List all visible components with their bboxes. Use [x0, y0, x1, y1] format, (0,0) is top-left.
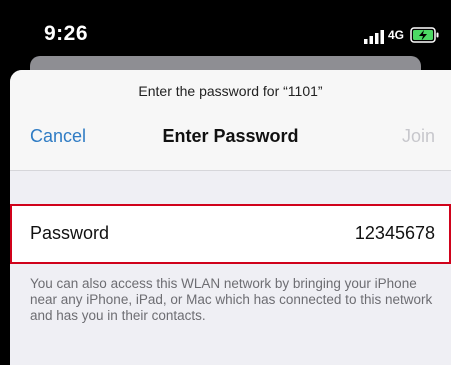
password-input[interactable]: [235, 223, 435, 244]
status-time: 9:26: [44, 22, 89, 45]
signal-bars-icon: [364, 30, 384, 44]
password-row[interactable]: Password: [10, 204, 451, 264]
cancel-button[interactable]: Cancel: [30, 126, 86, 147]
nav-row: Enter Password Cancel Join: [10, 126, 451, 156]
password-prompt: Enter the password for “1101”: [138, 83, 323, 99]
password-label: Password: [30, 223, 110, 243]
wlan-sharing-note: You can also access this WLAN network by…: [30, 276, 433, 323]
password-sheet: Enter the password for “1101” Enter Pass…: [10, 70, 451, 365]
navigation-bar: Enter the password for “1101” Enter Pass…: [10, 70, 451, 171]
network-type: 4G: [388, 28, 405, 42]
join-button[interactable]: Join: [402, 126, 435, 147]
battery-charging-icon: [410, 27, 439, 43]
status-bar: 9:26 4G: [0, 0, 451, 62]
